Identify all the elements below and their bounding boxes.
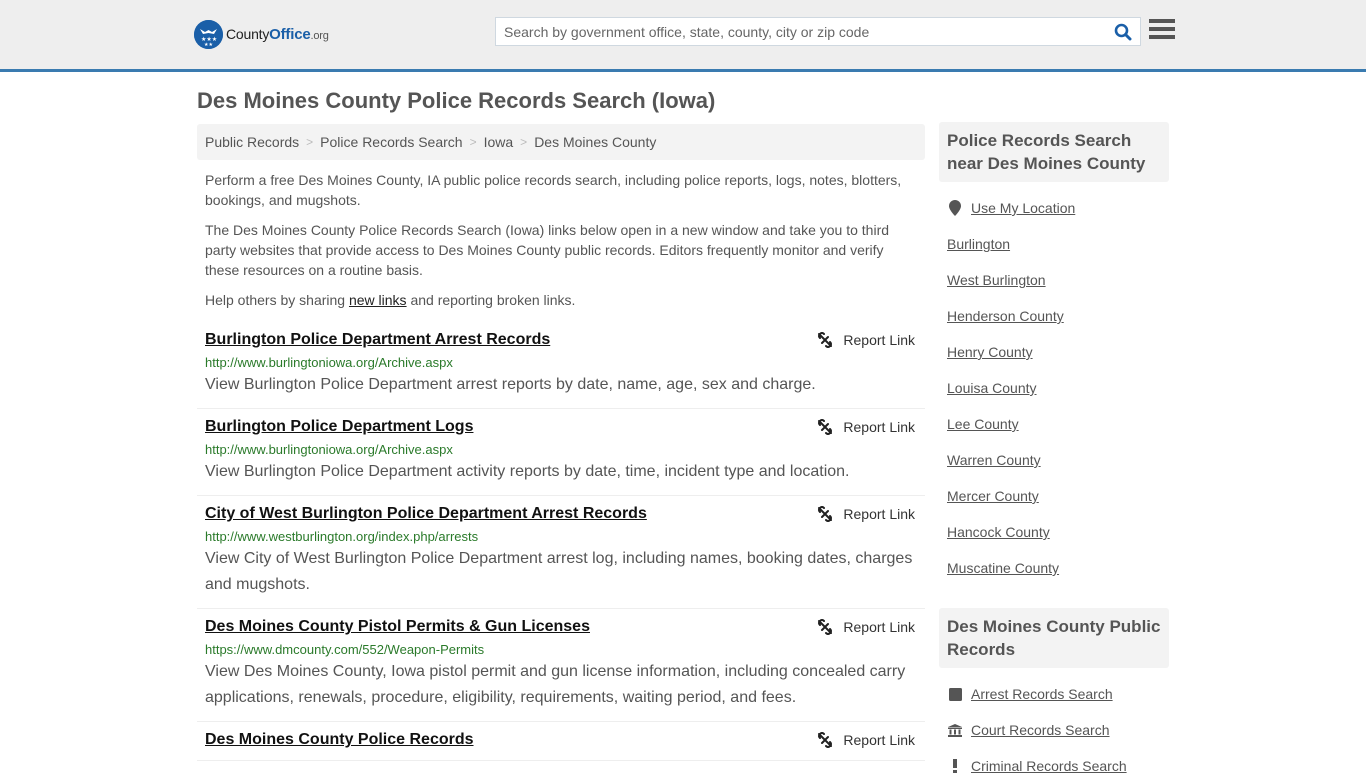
search-icon bbox=[1114, 23, 1132, 40]
result-item: City of West Burlington Police Departmen… bbox=[197, 496, 925, 609]
result-url: https://www.dmcounty.com/552/Weapon-Perm… bbox=[205, 642, 485, 657]
sidebar-item-criminal-records[interactable]: Criminal Records Search bbox=[947, 748, 1161, 784]
sidebar-item-west-burlington[interactable]: West Burlington bbox=[947, 262, 1161, 298]
sidebar-public-records: Des Moines County Public Records Arrest … bbox=[939, 608, 1169, 784]
exclamation-icon bbox=[953, 759, 957, 773]
site-logo[interactable]: ★★★ ★★ CountyOffice.org bbox=[194, 20, 329, 49]
map-marker-icon bbox=[949, 200, 961, 216]
broken-link-icon bbox=[818, 619, 833, 635]
use-my-location[interactable]: Use My Location bbox=[947, 190, 1161, 226]
result-title-link[interactable]: Des Moines County Police Records bbox=[205, 730, 474, 750]
breadcrumb-separator: > bbox=[520, 135, 528, 149]
breadcrumb-separator: > bbox=[469, 135, 477, 149]
results-list: Burlington Police Department Arrest Reco… bbox=[197, 322, 925, 761]
report-link-button[interactable]: Report Link bbox=[817, 419, 915, 435]
page-title: Des Moines County Police Records Search … bbox=[197, 88, 716, 113]
site-header: ★★★ ★★ CountyOffice.org bbox=[0, 0, 1366, 72]
sidebar-nearby: Police Records Search near Des Moines Co… bbox=[939, 122, 1169, 586]
sidebar-item-henderson-county[interactable]: Henderson County bbox=[947, 298, 1161, 334]
square-icon bbox=[948, 687, 962, 701]
result-item: Burlington Police Department Arrest Reco… bbox=[197, 322, 925, 409]
hamburger-menu-icon[interactable] bbox=[1149, 19, 1175, 43]
result-item: Des Moines County Police Records Report … bbox=[197, 722, 925, 761]
result-title-link[interactable]: City of West Burlington Police Departmen… bbox=[205, 504, 647, 524]
result-url: http://www.burlingtoniowa.org/Archive.as… bbox=[205, 355, 453, 370]
sidebar-item-lee-county[interactable]: Lee County bbox=[947, 406, 1161, 442]
sidebar-item-muscatine-county[interactable]: Muscatine County bbox=[947, 550, 1161, 586]
intro-paragraph-1: Perform a free Des Moines County, IA pub… bbox=[205, 172, 902, 208]
report-link-button[interactable]: Report Link bbox=[817, 332, 915, 348]
courthouse-icon bbox=[948, 723, 962, 737]
result-title-link[interactable]: Burlington Police Department Arrest Reco… bbox=[205, 330, 550, 350]
broken-link-icon bbox=[818, 419, 833, 435]
breadcrumb: Public Records > Police Records Search >… bbox=[197, 124, 925, 160]
breadcrumb-iowa[interactable]: Iowa bbox=[484, 134, 514, 150]
use-my-location-link[interactable]: Use My Location bbox=[971, 200, 1075, 216]
result-description: View City of West Burlington Police Depa… bbox=[205, 550, 913, 593]
broken-link-icon bbox=[818, 332, 833, 348]
result-title-link[interactable]: Des Moines County Pistol Permits & Gun L… bbox=[205, 617, 590, 637]
sidebar-nearby-heading: Police Records Search near Des Moines Co… bbox=[939, 122, 1169, 182]
report-link-button[interactable]: Report Link bbox=[817, 619, 915, 635]
logo-text: CountyOffice.org bbox=[226, 26, 329, 43]
sidebar-item-louisa-county[interactable]: Louisa County bbox=[947, 370, 1161, 406]
breadcrumb-public-records[interactable]: Public Records bbox=[205, 134, 299, 150]
sidebar-item-hancock-county[interactable]: Hancock County bbox=[947, 514, 1161, 550]
svg-text:★★: ★★ bbox=[204, 42, 213, 48]
eagle-logo-icon: ★★★ ★★ bbox=[194, 20, 223, 49]
breadcrumb-des-moines-county[interactable]: Des Moines County bbox=[534, 134, 656, 150]
breadcrumb-separator: > bbox=[306, 135, 314, 149]
new-links-link[interactable]: new links bbox=[349, 292, 407, 308]
breadcrumb-police-records-search[interactable]: Police Records Search bbox=[320, 134, 462, 150]
result-description: View Burlington Police Department activi… bbox=[205, 463, 850, 480]
intro-paragraph-2: The Des Moines County Police Records Sea… bbox=[205, 222, 890, 278]
result-item: Burlington Police Department Logs Report… bbox=[197, 409, 925, 496]
report-link-button[interactable]: Report Link bbox=[817, 506, 915, 522]
search-input[interactable] bbox=[496, 18, 1106, 45]
result-description: View Des Moines County, Iowa pistol perm… bbox=[205, 663, 906, 706]
result-url: http://www.burlingtoniowa.org/Archive.as… bbox=[205, 442, 453, 457]
sidebar-item-burlington[interactable]: Burlington bbox=[947, 226, 1161, 262]
sidebar-item-arrest-records[interactable]: Arrest Records Search bbox=[947, 676, 1161, 712]
broken-link-icon bbox=[818, 732, 833, 748]
search-button[interactable] bbox=[1106, 18, 1140, 45]
sidebar-item-henry-county[interactable]: Henry County bbox=[947, 334, 1161, 370]
report-link-button[interactable]: Report Link bbox=[817, 732, 915, 748]
sidebar-item-mercer-county[interactable]: Mercer County bbox=[947, 478, 1161, 514]
search-bar bbox=[495, 17, 1141, 46]
broken-link-icon bbox=[818, 506, 833, 522]
sidebar-item-court-records[interactable]: Court Records Search bbox=[947, 712, 1161, 748]
intro-paragraph-3: Help others by sharing new links and rep… bbox=[205, 292, 576, 308]
sidebar-public-records-heading: Des Moines County Public Records bbox=[939, 608, 1169, 668]
result-url: http://www.westburlington.org/index.php/… bbox=[205, 529, 479, 544]
result-title-link[interactable]: Burlington Police Department Logs bbox=[205, 417, 473, 437]
result-item: Des Moines County Pistol Permits & Gun L… bbox=[197, 609, 925, 722]
sidebar-item-warren-county[interactable]: Warren County bbox=[947, 442, 1161, 478]
result-description: View Burlington Police Department arrest… bbox=[205, 376, 816, 393]
